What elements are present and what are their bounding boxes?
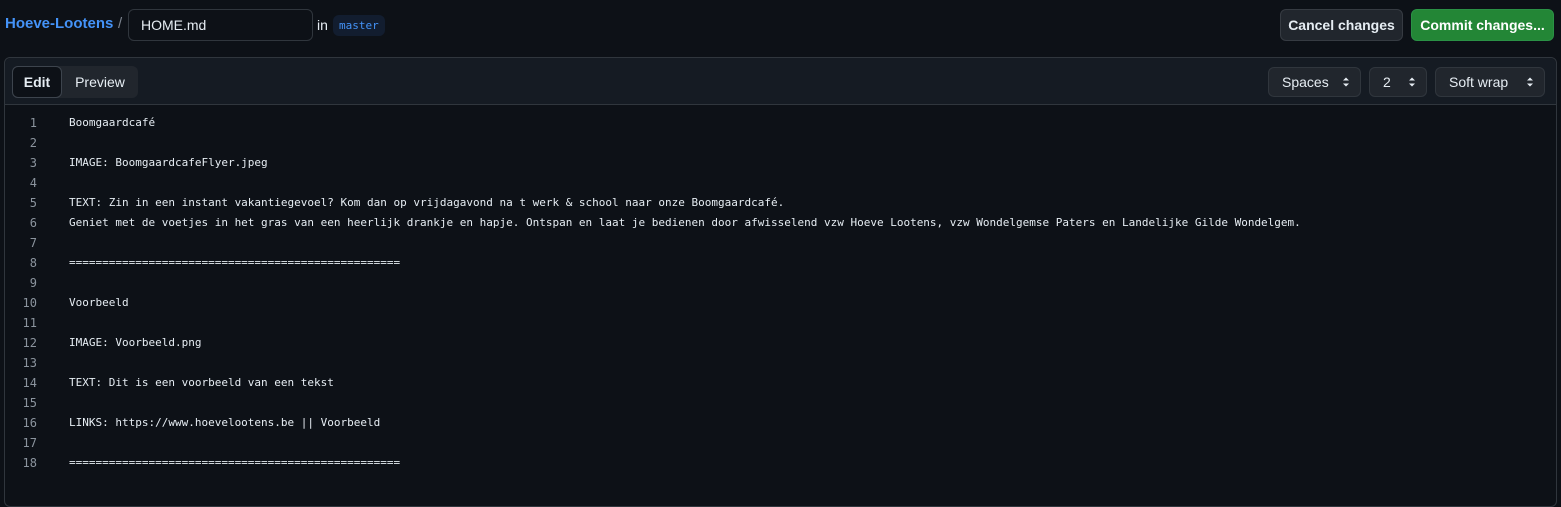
wrap-mode-value: Soft wrap bbox=[1449, 74, 1509, 90]
indent-size-value: 2 bbox=[1383, 74, 1391, 90]
line-number: 13 bbox=[22, 356, 37, 370]
line-number: 12 bbox=[22, 336, 37, 350]
editor-panel: Edit Preview Spaces 2 Soft wrap 1 Boomgaa… bbox=[4, 57, 1557, 507]
line-text: Geniet met de voetjes in het gras van ee… bbox=[69, 216, 1301, 229]
tab-preview[interactable]: Preview bbox=[62, 66, 138, 98]
line-number: 10 bbox=[22, 296, 37, 310]
line-number: 9 bbox=[29, 276, 37, 290]
editor-toolbar: Edit Preview Spaces 2 Soft wrap bbox=[5, 58, 1556, 105]
code-line[interactable]: 15 bbox=[5, 393, 1556, 413]
path-separator: / bbox=[118, 15, 123, 32]
code-line[interactable]: 18 ======================================… bbox=[5, 453, 1556, 473]
line-number: 8 bbox=[29, 256, 37, 270]
line-number: 16 bbox=[22, 416, 37, 430]
commit-changes-button[interactable]: Commit changes... bbox=[1411, 9, 1554, 41]
line-number: 18 bbox=[22, 456, 37, 470]
line-text: LINKS: https://www.hoevelootens.be || Vo… bbox=[69, 416, 381, 429]
line-number: 4 bbox=[29, 176, 37, 190]
in-label: in bbox=[317, 17, 328, 33]
line-number: 6 bbox=[29, 216, 37, 230]
code-line[interactable]: 11 bbox=[5, 313, 1556, 333]
line-text: IMAGE: BoomgaardcafeFlyer.jpeg bbox=[69, 156, 268, 169]
select-caret-icon bbox=[1527, 77, 1533, 87]
line-text: Boomgaardcafé bbox=[69, 116, 156, 129]
code-line[interactable]: 17 bbox=[5, 433, 1556, 453]
line-text: TEXT: Dit is een voorbeeld van een tekst bbox=[69, 376, 334, 389]
indent-mode-select[interactable]: Spaces bbox=[1268, 67, 1361, 97]
line-text: ========================================… bbox=[69, 456, 401, 469]
select-caret-icon bbox=[1409, 77, 1415, 87]
line-number: 7 bbox=[29, 236, 37, 250]
line-number: 3 bbox=[29, 156, 37, 170]
indent-mode-value: Spaces bbox=[1282, 74, 1329, 90]
code-line[interactable]: 2 bbox=[5, 133, 1556, 153]
indent-size-select[interactable]: 2 bbox=[1369, 67, 1427, 97]
line-text: ========================================… bbox=[69, 256, 401, 269]
code-line[interactable]: 5 TEXT: Zin in een instant vakantiegevoel… bbox=[5, 193, 1556, 213]
code-line[interactable]: 8 =======================================… bbox=[5, 253, 1556, 273]
line-number: 2 bbox=[29, 136, 37, 150]
code-line[interactable]: 16 LINKS: https://www.hoevelootens.be || … bbox=[5, 413, 1556, 433]
code-editor[interactable]: 1 Boomgaardcafé 2 3 IMAGE: BoomgaardcafeFlye… bbox=[5, 113, 1556, 473]
select-caret-icon bbox=[1343, 77, 1349, 87]
code-line[interactable]: 3 IMAGE: BoomgaardcafeFlyer.jpeg bbox=[5, 153, 1556, 173]
code-line[interactable]: 12 IMAGE: Voorbeeld.png bbox=[5, 333, 1556, 353]
code-line[interactable]: 9 bbox=[5, 273, 1556, 293]
line-number: 1 bbox=[29, 116, 37, 130]
repo-link[interactable]: Hoeve-Lootens bbox=[5, 15, 113, 32]
line-number: 17 bbox=[22, 436, 37, 450]
line-text: Voorbeeld bbox=[69, 296, 129, 309]
wrap-mode-select[interactable]: Soft wrap bbox=[1435, 67, 1545, 97]
code-line[interactable]: 6 Geniet met de voetjes in het gras van e… bbox=[5, 213, 1556, 233]
line-text: TEXT: Zin in een instant vakantiegevoel?… bbox=[69, 196, 785, 209]
code-line[interactable]: 7 bbox=[5, 233, 1556, 253]
tab-edit[interactable]: Edit bbox=[12, 66, 62, 98]
code-line[interactable]: 1 Boomgaardcafé bbox=[5, 113, 1556, 133]
code-line[interactable]: 10 Voorbeeld bbox=[5, 293, 1556, 313]
code-line[interactable]: 14 TEXT: Dit is een voorbeeld van een tek… bbox=[5, 373, 1556, 393]
line-number: 15 bbox=[22, 396, 37, 410]
line-number: 14 bbox=[22, 376, 37, 390]
top-bar: Hoeve-Lootens / in master Cancel changes… bbox=[0, 0, 1561, 52]
code-line[interactable]: 4 bbox=[5, 173, 1556, 193]
line-number: 11 bbox=[22, 316, 37, 330]
editor-tabs: Edit Preview bbox=[12, 66, 138, 98]
cancel-changes-button[interactable]: Cancel changes bbox=[1280, 9, 1403, 41]
filename-input[interactable] bbox=[128, 9, 313, 41]
line-text: IMAGE: Voorbeeld.png bbox=[69, 336, 202, 349]
code-line[interactable]: 13 bbox=[5, 353, 1556, 373]
branch-badge: master bbox=[333, 15, 385, 36]
line-number: 5 bbox=[29, 196, 37, 210]
